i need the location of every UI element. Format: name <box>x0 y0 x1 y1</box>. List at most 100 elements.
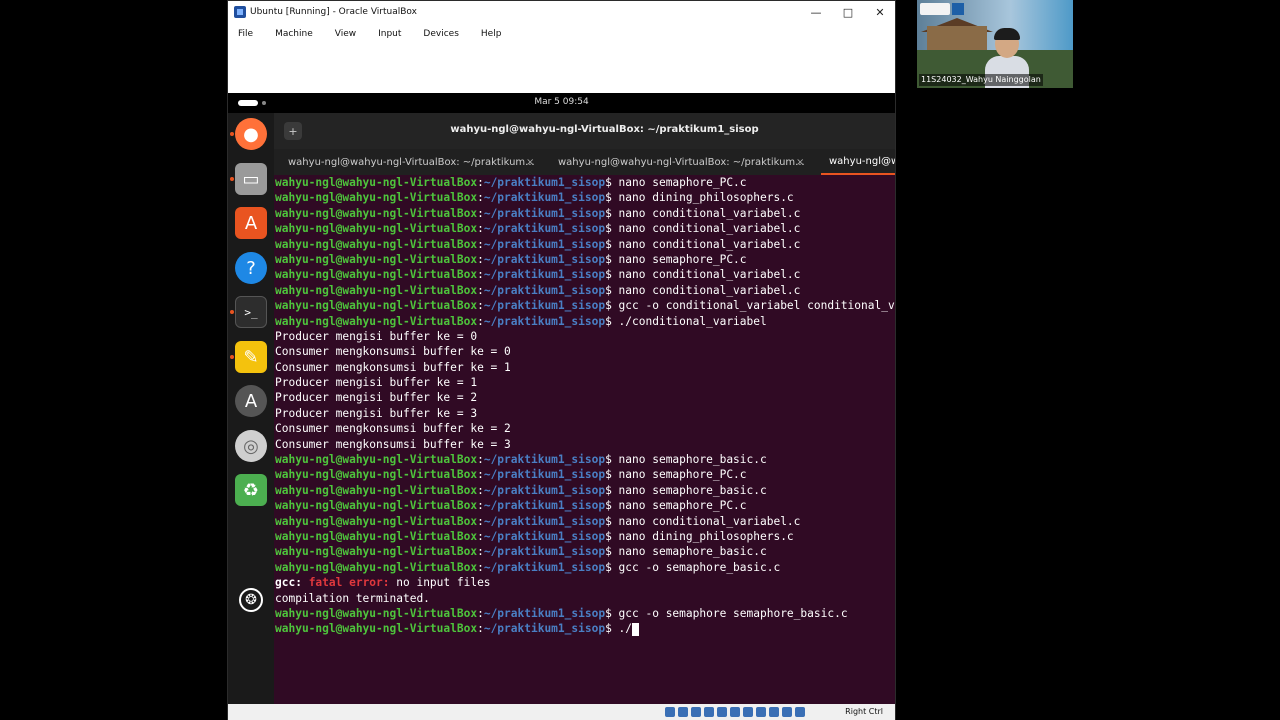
prompt-path: ~/praktikum1_sisop <box>483 499 606 513</box>
error-line: gcc: fatal error: no input files <box>275 576 491 590</box>
prompt-user: wahyu-ngl@wahyu-ngl-VirtualBox <box>275 529 478 543</box>
tab-close-button[interactable]: × <box>796 157 804 168</box>
audio-icon[interactable] <box>691 707 701 717</box>
maximize-button[interactable]: □ <box>832 1 864 23</box>
text-editor-icon[interactable]: ✎ <box>235 341 267 373</box>
prompt-path: ~/praktikum1_sisop <box>483 237 606 251</box>
institution-logo <box>920 3 950 15</box>
prompt-user: wahyu-ngl@wahyu-ngl-VirtualBox <box>275 299 478 313</box>
ubuntu-topbar: Mar 5 09:54 <box>228 93 895 113</box>
prompt-line: wahyu-ngl@wahyu-ngl-VirtualBox:~/praktik… <box>275 545 767 559</box>
prompt-line: wahyu-ngl@wahyu-ngl-VirtualBox:~/praktik… <box>275 560 781 574</box>
command-text: $ nano conditional_variabel.c <box>605 514 801 528</box>
cpu-icon[interactable] <box>769 707 779 717</box>
prompt-path: ~/praktikum1_sisop <box>483 606 606 620</box>
prompt-path: ~/praktikum1_sisop <box>483 483 606 497</box>
command-text: $ nano conditional_variabel.c <box>605 206 801 220</box>
dvd-icon[interactable]: ◎ <box>235 430 267 462</box>
prompt-line: wahyu-ngl@wahyu-ngl-VirtualBox:~/praktik… <box>275 483 767 497</box>
software-updater-icon[interactable]: A <box>235 385 267 417</box>
tab-label: wahyu-ngl@wahyu-ngl-VirtualBox: ~/prakti… <box>288 156 535 168</box>
files-icon[interactable]: ▭ <box>235 163 267 195</box>
software-center-icon[interactable]: A <box>235 207 267 239</box>
display-icon[interactable] <box>743 707 753 717</box>
usb-icon[interactable] <box>717 707 727 717</box>
prompt-path: ~/praktikum1_sisop <box>483 622 606 636</box>
prompt-user: wahyu-ngl@wahyu-ngl-VirtualBox <box>275 622 478 636</box>
close-button[interactable]: ✕ <box>864 1 896 23</box>
command-text: $ nano conditional_variabel.c <box>605 268 801 282</box>
prompt-user: wahyu-ngl@wahyu-ngl-VirtualBox <box>275 483 478 497</box>
tab-close-button[interactable]: × <box>526 157 534 168</box>
keyboard-icon[interactable] <box>795 707 805 717</box>
menu-input[interactable]: Input <box>378 29 401 39</box>
prompt-line: wahyu-ngl@wahyu-ngl-VirtualBox:~/praktik… <box>275 298 895 313</box>
menu-devices[interactable]: Devices <box>423 29 458 39</box>
menu-machine[interactable]: Machine <box>275 29 313 39</box>
terminal-output[interactable]: wahyu-ngl@wahyu-ngl-VirtualBox:~/praktik… <box>274 175 895 704</box>
terminal-tab-1[interactable]: wahyu-ngl@wahyu-ngl-VirtualBox: ~/prakti… <box>288 149 538 175</box>
command-text: $ nano conditional_variabel.c <box>605 237 801 251</box>
command-text: $ nano dining_philosophers.c <box>605 191 794 205</box>
mouse-integration-icon[interactable] <box>782 707 792 717</box>
shared-folder-icon[interactable] <box>730 707 740 717</box>
command-text: $ nano dining_philosophers.c <box>605 529 794 543</box>
terminal-tab-3[interactable]: wahyu-ngl@wahyu-ngl-VirtualBox: ~/prakti… <box>821 149 895 175</box>
terminal-headerbar[interactable]: + wahyu-ngl@wahyu-ngl-VirtualBox: ~/prak… <box>274 113 895 149</box>
prompt-line: wahyu-ngl@wahyu-ngl-VirtualBox:~/praktik… <box>275 283 801 297</box>
prompt-path: ~/praktikum1_sisop <box>483 529 606 543</box>
prompt-line: wahyu-ngl@wahyu-ngl-VirtualBox:~/praktik… <box>275 252 747 266</box>
prompt-user: wahyu-ngl@wahyu-ngl-VirtualBox <box>275 191 478 205</box>
command-text: $ nano semaphore_basic.c <box>605 453 767 467</box>
prompt-user: wahyu-ngl@wahyu-ngl-VirtualBox <box>275 545 478 559</box>
hdd-icon[interactable] <box>665 707 675 717</box>
show-apps-icon[interactable]: ❂ <box>239 588 263 612</box>
guest-screen[interactable]: Mar 5 09:54 ● ▭ A? >_ ✎ A ◎ ♻ ❂ + wahyu-ngl@wahy… <box>228 93 895 704</box>
output-line: Producer mengisi buffer ke = 1 <box>275 376 478 390</box>
output-line: compilation terminated. <box>275 591 430 605</box>
command-text: $ ./conditional_variabel <box>605 314 767 328</box>
menu-file[interactable]: File <box>238 29 253 39</box>
prompt-line: wahyu-ngl@wahyu-ngl-VirtualBox:~/praktik… <box>275 529 794 543</box>
firefox-icon[interactable]: ● <box>235 118 267 150</box>
help-icon[interactable]: ? <box>235 252 267 284</box>
prompt-user: wahyu-ngl@wahyu-ngl-VirtualBox <box>275 606 478 620</box>
command-text: $ nano semaphore_PC.c <box>605 176 747 189</box>
output-line: Consumer mengkonsumsi buffer ke = 3 <box>275 437 511 451</box>
trash-icon[interactable]: ♻ <box>235 474 267 506</box>
window-title: Ubuntu [Running] - Oracle VirtualBox <box>250 7 417 17</box>
prompt-line: wahyu-ngl@wahyu-ngl-VirtualBox:~/praktik… <box>275 499 747 513</box>
terminal-tab-2[interactable]: wahyu-ngl@wahyu-ngl-VirtualBox: ~/prakti… <box>558 149 808 175</box>
prompt-path: ~/praktikum1_sisop <box>483 206 606 220</box>
vm-statusbar: Right Ctrl <box>228 704 895 720</box>
prompt-line: wahyu-ngl@wahyu-ngl-VirtualBox:~/praktik… <box>275 514 801 528</box>
prompt-path: ~/praktikum1_sisop <box>483 468 606 482</box>
clock[interactable]: Mar 5 09:54 <box>228 97 895 107</box>
participant-name: 11S24032_Wahyu Nainggolan <box>919 74 1043 86</box>
device-status-icons[interactable] <box>662 707 805 717</box>
network-icon[interactable] <box>704 707 714 717</box>
prompt-path: ~/praktikum1_sisop <box>483 222 606 236</box>
tab-label: wahyu-ngl@wahyu-ngl-VirtualBox: ~/prakti… <box>558 156 805 168</box>
optical-drive-icon[interactable] <box>678 707 688 717</box>
window-titlebar[interactable]: Ubuntu [Running] - Oracle VirtualBox — □… <box>228 1 895 23</box>
recording-icon[interactable] <box>756 707 766 717</box>
menu-view[interactable]: View <box>335 29 356 39</box>
tab-label: wahyu-ngl@wahyu-ngl-VirtualBox: ~/prakti… <box>829 155 895 167</box>
terminal-icon[interactable]: >_ <box>235 296 267 328</box>
command-text: $ nano semaphore_PC.c <box>605 499 747 513</box>
minimize-button[interactable]: — <box>800 1 832 23</box>
prompt-line: wahyu-ngl@wahyu-ngl-VirtualBox:~/praktik… <box>275 268 801 282</box>
command-text: $ ./ <box>605 622 633 636</box>
terminal-tabbar: wahyu-ngl@wahyu-ngl-VirtualBox: ~/prakti… <box>274 149 895 175</box>
terminal-window[interactable]: + wahyu-ngl@wahyu-ngl-VirtualBox: ~/prak… <box>274 113 895 704</box>
prompt-user: wahyu-ngl@wahyu-ngl-VirtualBox <box>275 206 478 220</box>
menu-help[interactable]: Help <box>481 29 502 39</box>
prompt-path: ~/praktikum1_sisop <box>483 453 606 467</box>
command-text: $ nano semaphore_PC.c <box>605 252 747 266</box>
prompt-path: ~/praktikum1_sisop <box>483 514 606 528</box>
virtualbox-logo-icon <box>234 6 246 18</box>
prompt-path: ~/praktikum1_sisop <box>483 268 606 282</box>
terminal-title: wahyu-ngl@wahyu-ngl-VirtualBox: ~/prakti… <box>450 124 759 135</box>
prompt-path: ~/praktikum1_sisop <box>483 191 606 205</box>
